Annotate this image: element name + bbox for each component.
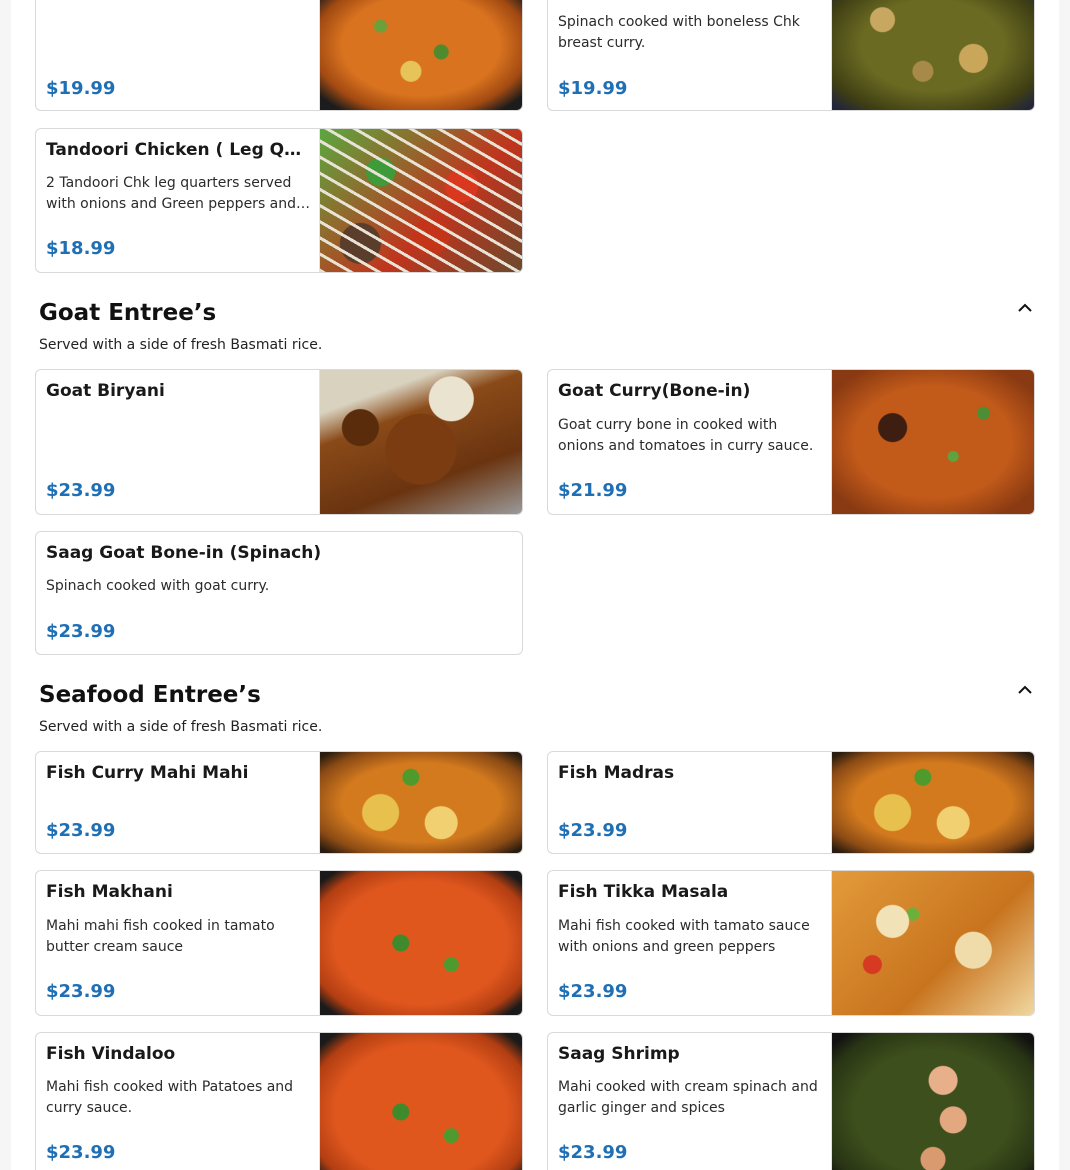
menu-item-card[interactable]: Spinach cooked with boneless Chk breast … — [547, 0, 1035, 111]
menu-item-card[interactable]: Fish Tikka Masala Mahi fish cooked with … — [547, 870, 1035, 1016]
menu-item-card[interactable]: Fish Curry Mahi Mahi $23.99 — [35, 751, 523, 854]
item-photo — [831, 370, 1034, 514]
section-title: Seafood Entree’s — [39, 682, 261, 708]
item-description: 2 Tandoori Chk leg quarters served with … — [46, 175, 297, 212]
section-subtitle: Served with a side of fresh Basmati rice… — [39, 719, 323, 735]
chevron-up-icon[interactable] — [1017, 681, 1033, 697]
item-price: $19.99 — [558, 78, 628, 99]
item-price: $23.99 — [558, 820, 628, 841]
item-price: $23.99 — [558, 981, 628, 1002]
menu-item-card[interactable]: Tandoori Chicken ( Leg Quarters ) 2 Tand… — [35, 128, 523, 273]
item-photo — [831, 0, 1034, 110]
item-name: Fish Curry Mahi Mahi — [46, 763, 249, 783]
item-price: $23.99 — [46, 981, 116, 1002]
menu-item-card[interactable]: Fish Vindaloo Mahi fish cooked with Pata… — [35, 1032, 523, 1170]
item-name: Saag Goat Bone-in (Spinach) — [46, 543, 322, 563]
menu-page: $19.99 Spinach cooked with boneless Chk … — [11, 0, 1059, 1170]
section-subtitle: Served with a side of fresh Basmati rice… — [39, 337, 323, 353]
item-description: Mahi fish cooked with Patatoes and curry… — [46, 1079, 294, 1116]
item-description: Spinach cooked with goat curry. — [46, 578, 270, 594]
item-price: $23.99 — [46, 1142, 116, 1163]
chevron-up-icon[interactable] — [1017, 299, 1033, 315]
item-description: Goat curry bone in cooked with onions an… — [558, 417, 814, 454]
item-photo — [831, 1033, 1034, 1170]
item-photo — [319, 370, 522, 514]
item-photo — [831, 752, 1034, 853]
menu-item-card[interactable]: Saag Goat Bone-in (Spinach) Spinach cook… — [35, 531, 523, 655]
menu-item-card[interactable]: $19.99 — [35, 0, 523, 111]
item-name: Tandoori Chicken ( Leg Quarters ) — [46, 140, 308, 160]
item-price: $21.99 — [558, 480, 628, 501]
item-description: Mahi cooked with cream spinach and garli… — [558, 1079, 818, 1116]
item-photo — [319, 871, 522, 1015]
item-description: Spinach cooked with boneless Chk breast … — [558, 14, 800, 51]
item-price: $23.99 — [46, 480, 116, 501]
item-price: $18.99 — [46, 238, 116, 259]
item-photo — [319, 0, 522, 110]
item-photo — [319, 129, 522, 272]
item-photo — [319, 1033, 522, 1170]
item-name: Saag Shrimp — [558, 1044, 680, 1064]
item-name: Goat Biryani — [46, 381, 165, 401]
item-price: $23.99 — [46, 820, 116, 841]
section-title: Goat Entree’s — [39, 300, 217, 326]
item-description: Mahi mahi fish cooked in tamato butter c… — [46, 918, 275, 955]
item-name: Fish Vindaloo — [46, 1044, 176, 1064]
menu-item-card[interactable]: Saag Shrimp Mahi cooked with cream spina… — [547, 1032, 1035, 1170]
item-price: $23.99 — [558, 1142, 628, 1163]
menu-item-card[interactable]: Fish Makhani Mahi mahi fish cooked in ta… — [35, 870, 523, 1016]
item-name: Fish Madras — [558, 763, 675, 783]
item-name: Fish Tikka Masala — [558, 882, 729, 902]
item-name: Goat Curry(Bone-in) — [558, 381, 751, 401]
item-photo — [319, 752, 522, 853]
menu-item-card[interactable]: Goat Biryani $23.99 — [35, 369, 523, 515]
item-price: $23.99 — [46, 621, 116, 642]
item-price: $19.99 — [46, 78, 116, 99]
menu-item-card[interactable]: Goat Curry(Bone-in) Goat curry bone in c… — [547, 369, 1035, 515]
item-description: Mahi fish cooked with tamato sauce with … — [558, 918, 810, 955]
menu-item-card[interactable]: Fish Madras $23.99 — [547, 751, 1035, 854]
item-photo — [831, 871, 1034, 1015]
item-name: Fish Makhani — [46, 882, 173, 902]
